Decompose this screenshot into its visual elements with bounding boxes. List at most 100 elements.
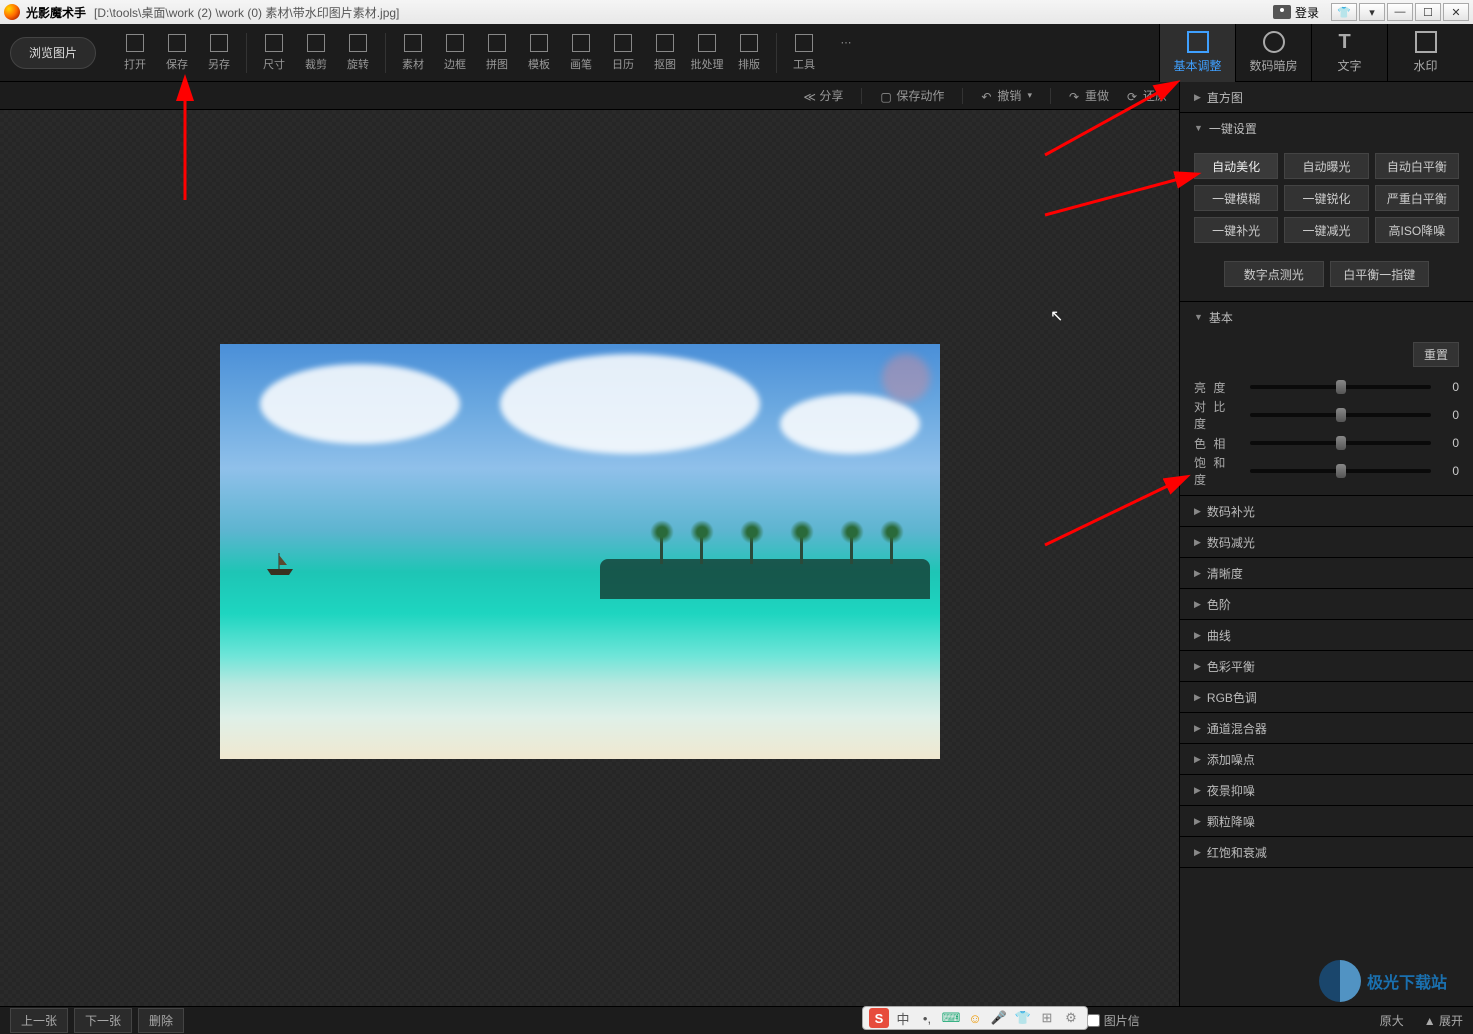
tool-more[interactable]: ⋯ <box>825 36 867 70</box>
prev-image-button[interactable]: 上一张 <box>10 1008 68 1033</box>
minimize-button[interactable]: — <box>1387 3 1413 21</box>
redo-button[interactable]: ↷重做 <box>1069 87 1109 104</box>
btn-iso-denoise[interactable]: 高ISO降噪 <box>1375 217 1459 243</box>
tool-cutout[interactable]: 抠图 <box>644 34 686 72</box>
browse-images-button[interactable]: 浏览图片 <box>10 37 96 69</box>
ime-skin[interactable]: 👕 <box>1013 1008 1033 1028</box>
login-button[interactable]: 登录 <box>1273 4 1319 21</box>
restore-button[interactable]: ⟳还原 <box>1127 87 1167 104</box>
side-panel: ▶直方图 ▼一键设置 自动美化 自动曝光 自动白平衡 一键模糊 一键锐化 严重白… <box>1179 82 1473 1006</box>
tab-text[interactable]: T 文字 <box>1311 24 1387 82</box>
section-fill-light[interactable]: ▶数码补光 <box>1180 496 1473 526</box>
section-color-balance[interactable]: ▶色彩平衡 <box>1180 651 1473 681</box>
slider-brightness[interactable]: 亮 度 0 <box>1194 373 1459 401</box>
tool-save[interactable]: 保存 <box>156 34 198 72</box>
tool-collage[interactable]: 拼图 <box>476 34 518 72</box>
section-basic[interactable]: ▼基本 <box>1180 302 1473 332</box>
share-button[interactable]: ≪分享 <box>803 87 843 104</box>
main-toolbar: 浏览图片 打开 保存 另存 尺寸 裁剪 旋转 素材 边框 拼图 模板 画笔 日历… <box>0 24 1473 82</box>
separator <box>385 33 386 73</box>
slider-thumb[interactable] <box>1336 436 1346 450</box>
tool-rotate[interactable]: 旋转 <box>337 34 379 72</box>
section-levels[interactable]: ▶色阶 <box>1180 589 1473 619</box>
sogou-icon[interactable]: S <box>869 1008 889 1028</box>
undo-button[interactable]: ↶撤销▾ <box>981 87 1032 104</box>
canvas-area[interactable] <box>0 110 1179 1006</box>
slider-contrast[interactable]: 对 比 度 0 <box>1194 401 1459 429</box>
ime-lang[interactable]: 中 <box>893 1008 913 1028</box>
restore-icon: ⟳ <box>1127 90 1139 102</box>
info-label: 图片信 <box>1104 1012 1140 1029</box>
tab-watermark[interactable]: 水印 <box>1387 24 1463 82</box>
section-reduce-light[interactable]: ▶数码减光 <box>1180 527 1473 557</box>
tool-calendar[interactable]: 日历 <box>602 34 644 72</box>
tool-template[interactable]: 模板 <box>518 34 560 72</box>
tool-layout[interactable]: 排版 <box>728 34 770 72</box>
save-icon: ▢ <box>880 90 892 102</box>
ime-tools[interactable]: ⊞ <box>1037 1008 1057 1028</box>
section-curves[interactable]: ▶曲线 <box>1180 620 1473 650</box>
slider-hue[interactable]: 色 相 0 <box>1194 429 1459 457</box>
close-button[interactable]: ✕ <box>1443 3 1469 21</box>
watermark-icon <box>1415 31 1437 53</box>
slider-thumb[interactable] <box>1336 408 1346 422</box>
ime-voice[interactable]: 🎤 <box>989 1008 1009 1028</box>
slider-saturation[interactable]: 饱 和 度 0 <box>1194 457 1459 485</box>
tool-size[interactable]: 尺寸 <box>253 34 295 72</box>
slider-thumb[interactable] <box>1336 464 1346 478</box>
section-grain-denoise[interactable]: ▶颗粒降噪 <box>1180 806 1473 836</box>
btn-sharpen[interactable]: 一键锐化 <box>1284 185 1368 211</box>
btn-wb-picker[interactable]: 白平衡一指键 <box>1330 261 1430 287</box>
tab-label: 水印 <box>1413 57 1437 74</box>
btn-auto-exposure[interactable]: 自动曝光 <box>1284 153 1368 179</box>
status-bar: 上一张 下一张 删除 尺寸： 720×415 图片信 原大 ▲ 展开 <box>0 1006 1473 1034</box>
user-icon <box>1273 5 1291 19</box>
btn-auto-wb[interactable]: 自动白平衡 <box>1375 153 1459 179</box>
tool-border[interactable]: 边框 <box>434 34 476 72</box>
expand-button[interactable]: ▲ 展开 <box>1424 1012 1463 1029</box>
original-size-button[interactable]: 原大 <box>1380 1012 1404 1029</box>
section-onekey[interactable]: ▼一键设置 <box>1180 113 1473 143</box>
tab-darkroom[interactable]: 数码暗房 <box>1235 24 1311 82</box>
tray-button[interactable]: ▾ <box>1359 3 1385 21</box>
info-checkbox[interactable] <box>1087 1014 1100 1027</box>
section-rgb-tone[interactable]: ▶RGB色调 <box>1180 682 1473 712</box>
maximize-button[interactable]: ☐ <box>1415 3 1441 21</box>
tool-batch[interactable]: 批处理 <box>686 34 728 72</box>
next-image-button[interactable]: 下一张 <box>74 1008 132 1033</box>
section-add-noise[interactable]: ▶添加噪点 <box>1180 744 1473 774</box>
btn-spot-meter[interactable]: 数字点测光 <box>1224 261 1324 287</box>
section-red-sat[interactable]: ▶红饱和衰减 <box>1180 837 1473 867</box>
btn-reduce-light[interactable]: 一键减光 <box>1284 217 1368 243</box>
actionbar: ≪分享 ▢保存动作 ↶撤销▾ ↷重做 ⟳还原 <box>0 82 1179 110</box>
btn-fill-light[interactable]: 一键补光 <box>1194 217 1278 243</box>
ime-settings[interactable]: ⚙ <box>1061 1008 1081 1028</box>
tool-crop[interactable]: 裁剪 <box>295 34 337 72</box>
save-action-button[interactable]: ▢保存动作 <box>880 87 944 104</box>
app-icon <box>4 4 20 20</box>
tool-tools[interactable]: 工具 <box>783 34 825 72</box>
tool-open[interactable]: 打开 <box>114 34 156 72</box>
image-canvas[interactable] <box>220 344 940 759</box>
tool-saveas[interactable]: 另存 <box>198 34 240 72</box>
btn-auto-beautify[interactable]: 自动美化 <box>1194 153 1278 179</box>
slider-thumb[interactable] <box>1336 380 1346 394</box>
section-histogram[interactable]: ▶直方图 <box>1180 82 1473 112</box>
chevron-right-icon: ▶ <box>1194 92 1201 103</box>
ime-emoji[interactable]: ☺ <box>965 1008 985 1028</box>
section-channel-mixer[interactable]: ▶通道混合器 <box>1180 713 1473 743</box>
btn-strict-wb[interactable]: 严重白平衡 <box>1375 185 1459 211</box>
app-title: 光影魔术手 <box>26 4 86 21</box>
ime-punct[interactable]: •, <box>917 1008 937 1028</box>
tab-basic-adjust[interactable]: 基本调整 <box>1159 24 1235 82</box>
ime-keyboard[interactable]: ⌨ <box>941 1008 961 1028</box>
btn-blur[interactable]: 一键模糊 <box>1194 185 1278 211</box>
pin-button[interactable]: 👕 <box>1331 3 1357 21</box>
section-clarity[interactable]: ▶清晰度 <box>1180 558 1473 588</box>
tool-material[interactable]: 素材 <box>392 34 434 72</box>
tool-brush[interactable]: 画笔 <box>560 34 602 72</box>
ime-toolbar[interactable]: S 中 •, ⌨ ☺ 🎤 👕 ⊞ ⚙ <box>862 1006 1088 1030</box>
section-night-denoise[interactable]: ▶夜景抑噪 <box>1180 775 1473 805</box>
delete-button[interactable]: 删除 <box>138 1008 184 1033</box>
reset-button[interactable]: 重置 <box>1413 342 1459 367</box>
